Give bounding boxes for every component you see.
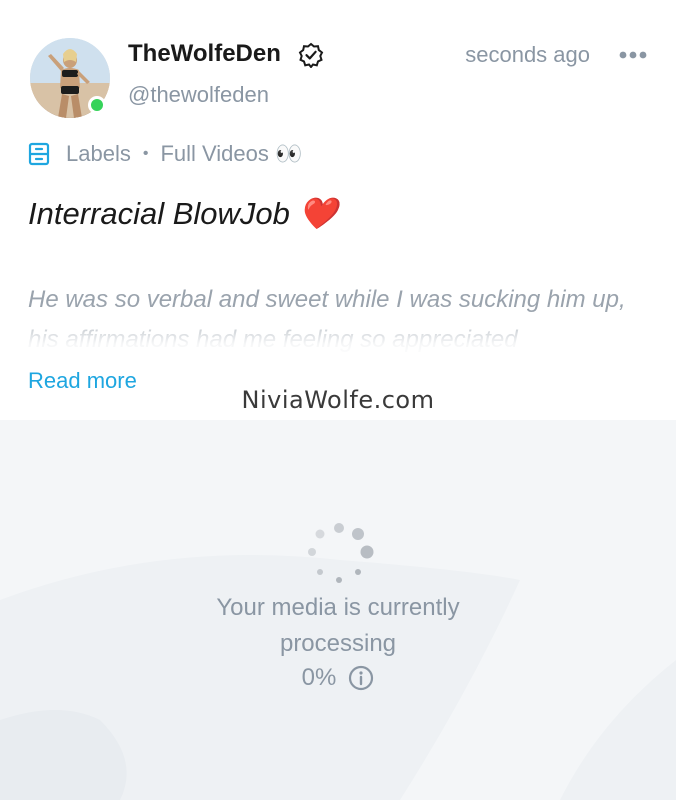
progress-row: 0%: [0, 660, 676, 696]
separator-dot: •: [142, 145, 149, 162]
labels-link[interactable]: Labels: [66, 141, 131, 167]
info-icon[interactable]: [348, 665, 374, 691]
progress-percent: 0%: [301, 664, 337, 691]
text-fade-overlay: [0, 310, 676, 358]
author-name[interactable]: TheWolfeDen: [128, 38, 281, 70]
online-status-dot: [88, 96, 106, 114]
loading-spinner-icon: [308, 523, 374, 583]
post-title: Interracial BlowJob ❤️: [28, 196, 338, 231]
label-tag[interactable]: Full Videos 👀: [160, 141, 302, 167]
processing-status-text: Your media is currently processing: [0, 590, 676, 662]
labels-icon[interactable]: [28, 142, 50, 166]
author-handle[interactable]: @thewolfeden: [128, 80, 269, 110]
more-horizontal-icon[interactable]: [618, 44, 648, 66]
watermark-text: NiviaWolfe.com: [241, 386, 435, 414]
post-header: TheWolfeDen @thewolfeden seconds ago: [0, 0, 676, 130]
labels-row: Labels • Full Videos 👀: [28, 138, 302, 170]
media-placeholder: Your media is currently processing 0%: [0, 420, 676, 800]
post-timestamp: seconds ago: [465, 42, 590, 67]
processing-status: Your media is currently processing: [216, 594, 460, 657]
verified-badge-icon: [298, 42, 324, 68]
